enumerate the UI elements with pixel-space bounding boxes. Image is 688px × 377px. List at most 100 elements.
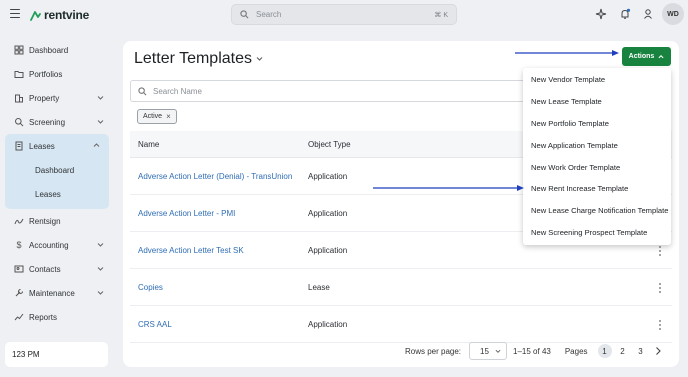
page-title: Letter Templates [134, 50, 252, 67]
sidebar-item-label: Portfolios [29, 69, 63, 79]
actions-menu: New Vendor Template New Lease Template N… [523, 68, 671, 245]
sidebar-item-maintenance[interactable]: Maintenance [5, 281, 113, 305]
chevron-down-icon [97, 291, 104, 295]
logo-mark-icon [30, 11, 41, 21]
table-row[interactable]: CRS AAL Application [130, 306, 672, 343]
reports-icon [14, 313, 24, 321]
sidebar: Dashboard Portfolios Property Screening … [0, 38, 118, 329]
chip-label: Active [143, 113, 163, 120]
template-name-link[interactable]: Adverse Action Letter - PMI [130, 209, 308, 218]
page-button-3[interactable]: 3 [634, 344, 648, 358]
sidebar-item-portfolios[interactable]: Portfolios [5, 62, 113, 86]
search-icon [138, 86, 147, 95]
object-type-cell: Application [308, 245, 348, 255]
table-row[interactable]: Copies Lease [130, 269, 672, 306]
brand-logo[interactable]: rentvine [30, 8, 89, 22]
user-icon[interactable] [642, 8, 654, 20]
folder-icon [14, 71, 24, 78]
template-name-link[interactable]: Adverse Action Letter Test SK [130, 246, 308, 255]
sidebar-item-rentsign[interactable]: Rentsign [5, 209, 113, 233]
chevron-up-icon [658, 54, 664, 58]
actions-button-label: Actions [628, 53, 655, 60]
sidebar-item-label: Dashboard [29, 45, 69, 55]
sidebar-item-label: Contacts [29, 264, 61, 274]
sidebar-group-leases: Leases Dashboard Leases [5, 134, 109, 209]
chevron-down-icon [97, 267, 104, 271]
menu-item-new-rent-increase-template[interactable]: New Rent Increase Template [523, 178, 671, 200]
sidebar-item-leases[interactable]: Leases [5, 134, 109, 158]
object-type-cell: Lease [308, 282, 330, 292]
sidebar-item-label: Screening [29, 117, 66, 127]
title-chevron-down-icon[interactable] [256, 55, 263, 62]
menu-item-new-portfolio-template[interactable]: New Portfolio Template [523, 113, 671, 135]
search-shortcut: ⌘ K [434, 11, 448, 19]
screening-icon [15, 118, 24, 127]
column-header-name[interactable]: Name [130, 140, 308, 149]
sidebar-item-label: Reports [29, 312, 58, 322]
actions-button[interactable]: Actions [622, 47, 671, 66]
search-placeholder: Search Name [153, 86, 202, 96]
brand-name: rentvine [44, 8, 90, 22]
chevron-down-icon [97, 243, 104, 247]
sidebar-item-screening[interactable]: Screening [5, 110, 113, 134]
user-avatar[interactable]: WD [662, 3, 684, 25]
name-search-input[interactable]: Search Name [130, 80, 530, 102]
chevron-right-icon[interactable] [654, 346, 662, 356]
chevron-down-icon [97, 120, 104, 124]
chevron-down-icon [495, 349, 501, 353]
contacts-icon [14, 265, 24, 273]
pagination: Rows per page: 15 1–15 of 43 Pages 1 2 3 [405, 342, 662, 360]
rows-per-page-value: 15 [480, 346, 489, 356]
company-switcher[interactable]: 123 PM [5, 342, 108, 367]
sparkle-icon[interactable] [595, 8, 607, 20]
notification-bell-icon[interactable] [619, 8, 631, 20]
sidebar-item-reports[interactable]: Reports [5, 305, 113, 329]
chevron-down-icon [97, 96, 104, 100]
sidebar-item-label: Property [29, 93, 60, 103]
column-header-object-type[interactable]: Object Type [308, 140, 508, 149]
filter-bar: Active × [130, 107, 530, 126]
global-search-input[interactable]: Search ⌘ K [231, 4, 457, 25]
row-more-icon[interactable] [659, 320, 662, 330]
pages-label: Pages [564, 346, 588, 356]
sidebar-item-accounting[interactable]: $ Accounting [5, 233, 113, 257]
rows-per-page-label: Rows per page: [405, 346, 462, 356]
sidebar-item-label: Leases [29, 141, 55, 151]
menu-item-new-work-order-template[interactable]: New Work Order Template [523, 156, 671, 178]
menu-item-new-lease-template[interactable]: New Lease Template [523, 91, 671, 113]
document-icon [15, 141, 23, 151]
search-placeholder: Search [256, 10, 282, 19]
wrench-icon [15, 288, 24, 297]
menu-item-new-lease-charge-notification-template[interactable]: New Lease Charge Notification Template [523, 200, 671, 222]
sidebar-item-dashboard[interactable]: Dashboard [5, 38, 113, 62]
row-more-icon[interactable] [659, 283, 662, 293]
status-filter-chip[interactable]: Active × [137, 109, 177, 124]
page-range: 1–15 of 43 [513, 346, 551, 356]
top-bar: rentvine Search ⌘ K WD [0, 0, 688, 30]
template-name-link[interactable]: Copies [130, 283, 308, 292]
page-button-1[interactable]: 1 [597, 344, 612, 358]
menu-item-new-application-template[interactable]: New Application Template [523, 134, 671, 156]
building-icon [15, 94, 23, 103]
template-name-link[interactable]: CRS AAL [130, 320, 308, 329]
sidebar-item-property[interactable]: Property [5, 86, 113, 110]
object-type-cell: Application [308, 208, 348, 218]
template-name-link[interactable]: Adverse Action Letter (Denial) - TransUn… [130, 172, 308, 181]
hamburger-menu-icon[interactable] [10, 9, 20, 18]
rows-per-page-select[interactable]: 15 [469, 342, 508, 360]
search-icon [240, 10, 249, 19]
object-type-cell: Application [308, 319, 348, 329]
dollar-icon: $ [16, 240, 22, 250]
menu-item-new-screening-prospect-template[interactable]: New Screening Prospect Template [523, 222, 671, 244]
close-icon[interactable]: × [166, 112, 171, 121]
sidebar-subitem-leases-leases[interactable]: Leases [5, 182, 109, 206]
dashboard-icon [14, 45, 24, 55]
chevron-up-icon [93, 143, 100, 147]
sidebar-item-label: Maintenance [29, 288, 75, 298]
sidebar-subitem-leases-dashboard[interactable]: Dashboard [5, 158, 109, 182]
page-button-2[interactable]: 2 [616, 344, 630, 358]
menu-item-new-vendor-template[interactable]: New Vendor Template [523, 69, 671, 91]
object-type-cell: Application [308, 171, 348, 181]
row-more-icon[interactable] [659, 246, 662, 256]
sidebar-item-contacts[interactable]: Contacts [5, 257, 113, 281]
